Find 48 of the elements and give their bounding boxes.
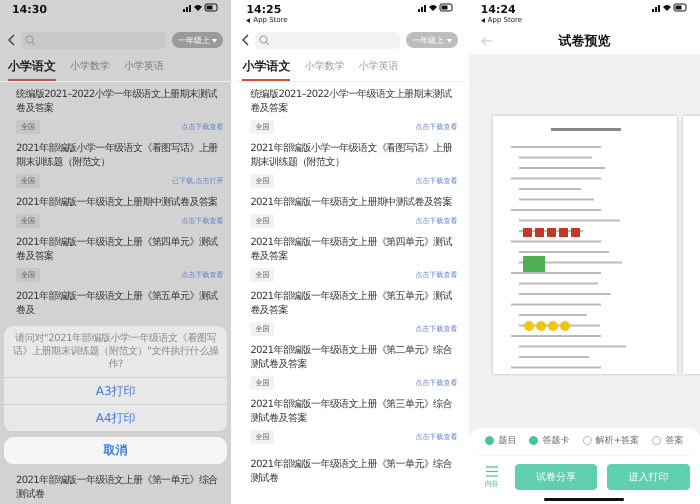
caret-icon xyxy=(212,38,218,42)
document-title[interactable]: 2021年部编版小学一年级语文《看图写话》上册期末训练题（附范文） xyxy=(250,142,458,170)
print-option[interactable]: A3打印 xyxy=(4,378,228,405)
document-title[interactable]: 2021年部编版一年级语文上册期中测试卷及答案 xyxy=(250,196,458,210)
document-title[interactable]: 2021年部编版一年级语文上册《第五单元》测试卷及 xyxy=(16,290,224,318)
content-checkbox[interactable]: 题目 xyxy=(485,434,516,447)
subject-tab[interactable]: 小学英语 xyxy=(358,58,398,81)
menu-icon xyxy=(484,466,499,476)
document-title[interactable]: 2021年部编版一年级语文上册期中测试卷及答案 xyxy=(16,196,224,210)
document-title[interactable]: 2021年部编版一年级语文上册《第一单元》综合测试卷 xyxy=(16,474,224,502)
document-title[interactable]: 2021年部编版一年级语文上册《第一单元》综合测试卷 xyxy=(250,458,458,486)
search-icon xyxy=(259,35,270,45)
back-icon[interactable] xyxy=(8,34,15,46)
document-title[interactable]: 统编版2021–2022小学一年级语文上册期末测试卷及答案 xyxy=(16,88,224,116)
document-title[interactable]: 2021年部编版一年级语文上册《第四单元》测试卷及答案 xyxy=(250,236,458,264)
sheet-message: 请问对"2021年部编版小学一年级语文《看图写话》上册期末训练题（附范文）"文件执行什么操作? xyxy=(4,326,228,378)
back-icon[interactable] xyxy=(242,34,250,46)
back-arrow-icon[interactable] xyxy=(480,36,493,46)
status-time: 14:30 xyxy=(12,3,48,16)
status-time: 14:25 xyxy=(246,3,282,16)
content-checkbox[interactable]: 答题卡 xyxy=(529,434,570,447)
caret-icon xyxy=(446,38,452,42)
document-title[interactable]: 2021年部编版一年级语文上册《第二单元》综合测试卷及答案 xyxy=(250,344,458,372)
back-triangle-icon xyxy=(246,18,252,23)
subject-tab[interactable]: 小学语文 xyxy=(8,58,56,81)
status-icons xyxy=(183,3,220,12)
status-time: 14:24 xyxy=(480,3,517,16)
document-title[interactable]: 2021年部编版小学一年级语文《看图写话》上册期末训练题（附范文） xyxy=(16,142,224,170)
search-field[interactable] xyxy=(255,32,400,48)
back-triangle-icon xyxy=(480,18,486,23)
subject-tab[interactable]: 小学数学 xyxy=(304,58,344,81)
subject-tab[interactable]: 小学语文 xyxy=(242,58,290,81)
document-title[interactable]: 2021年部编版一年级语文上册《第三单元》综合测试卷及答案 xyxy=(250,398,458,426)
search-icon xyxy=(25,35,35,45)
subject-tab[interactable]: 小学数学 xyxy=(70,58,110,81)
cancel-button[interactable]: 取消 xyxy=(4,437,228,464)
print-option[interactable]: A4打印 xyxy=(4,405,228,432)
screen-title: 试卷预览 xyxy=(558,33,612,50)
content-checkbox[interactable]: 答案 xyxy=(652,434,684,447)
subject-tab[interactable]: 小学英语 xyxy=(124,58,164,81)
document-title[interactable]: 2021年部编版一年级语文上册《第五单元》测试卷及答案 xyxy=(250,290,458,318)
document-title[interactable]: 统编版2021–2022小学一年级语文上册期末测试卷及答案 xyxy=(250,88,458,116)
search-field[interactable] xyxy=(21,32,166,48)
status-icons xyxy=(652,3,688,12)
grade-dropdown[interactable]: 一年级上 xyxy=(172,32,224,48)
content-checkbox[interactable]: 解析+答案 xyxy=(582,434,640,447)
document-title[interactable]: 2021年部编版一年级语文上册《第四单元》测试卷及答案 xyxy=(16,236,224,264)
status-icons xyxy=(418,3,454,12)
